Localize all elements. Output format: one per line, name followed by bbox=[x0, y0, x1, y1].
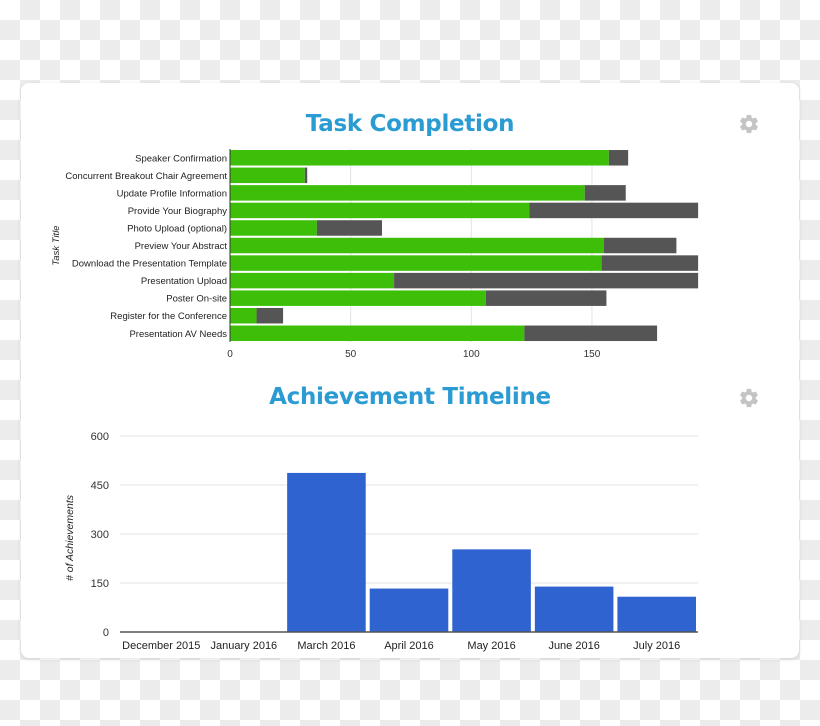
x-category-label: June 2016 bbox=[548, 640, 599, 652]
x-category-label: May 2016 bbox=[467, 640, 515, 652]
x-category-label: April 2016 bbox=[384, 640, 434, 652]
y-tick-label: 300 bbox=[91, 529, 109, 541]
achievement-bar bbox=[534, 586, 614, 632]
y-tick-label: 600 bbox=[91, 431, 109, 443]
x-category-label: July 2016 bbox=[633, 640, 680, 652]
achievement-bar bbox=[452, 549, 531, 632]
achievement-bar bbox=[287, 472, 366, 632]
x-category-label: March 2016 bbox=[297, 640, 355, 652]
achievement-bar bbox=[369, 588, 449, 632]
x-category-label: December 2015 bbox=[122, 640, 200, 652]
y-axis-title: # of Achievements bbox=[64, 494, 76, 581]
x-category-label: January 2016 bbox=[211, 640, 278, 652]
y-tick-label: 450 bbox=[91, 480, 109, 492]
y-tick-label: 0 bbox=[103, 627, 109, 639]
y-tick-label: 150 bbox=[91, 578, 109, 590]
achievement-bar bbox=[617, 596, 696, 632]
achievement-timeline-chart: 0 150 300 450 600 December 2015 January 2016 Ma… bbox=[64, 431, 698, 652]
